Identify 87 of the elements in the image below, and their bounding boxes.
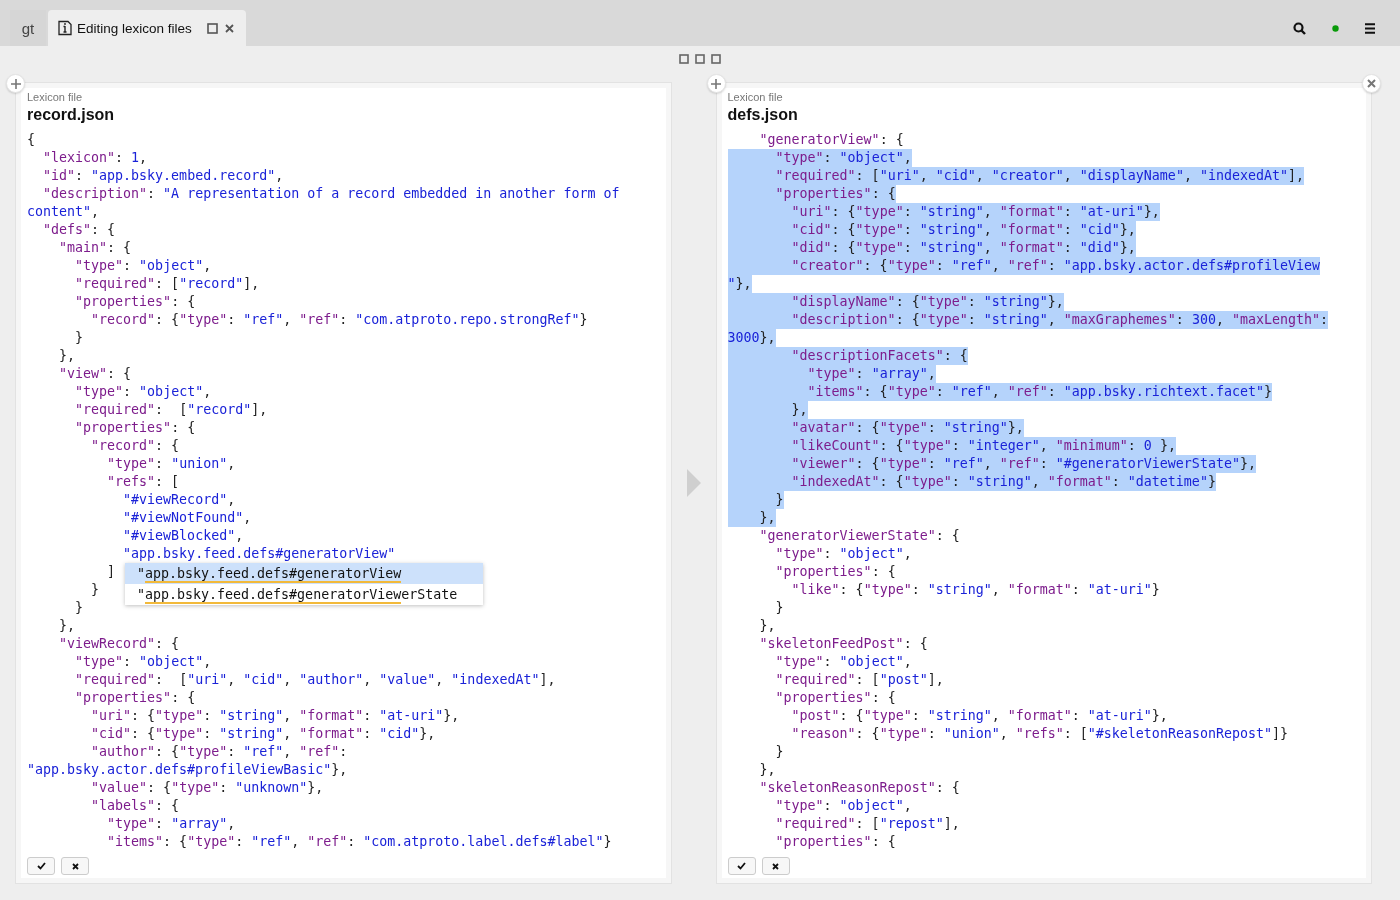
code-line: "type": "object", <box>74 257 212 275</box>
cancel-button[interactable] <box>761 857 790 875</box>
code-line: "viewRecord": { <box>58 635 180 653</box>
code-line: } <box>774 599 784 617</box>
code-line: } <box>74 599 84 617</box>
close-icon <box>772 862 779 870</box>
code-line: "type": "object", <box>774 545 912 563</box>
code-line: content", <box>27 203 100 221</box>
accept-button[interactable] <box>727 857 756 875</box>
code-line: "record": { <box>90 437 180 455</box>
code-line: "required": ["repost"], <box>774 815 960 833</box>
file-name: defs.json <box>727 105 799 125</box>
code-line: "properties": { <box>74 419 196 437</box>
code-line: "#viewBlocked", <box>122 527 244 545</box>
code-line: "reason": {"type": "union", "refs": ["#skeletonReasonRepost"]} <box>790 725 1288 743</box>
plus-icon <box>10 78 21 89</box>
code-line: "id": "app.bsky.embed.record", <box>42 167 284 185</box>
code-line: "properties": { <box>74 293 196 311</box>
code-line: "app.bsky.actor.defs#profileViewBasic"}, <box>27 761 348 779</box>
maximize-icon[interactable] <box>206 22 218 34</box>
code-line: "labels": { <box>90 797 180 815</box>
code-line: "defs": { <box>42 221 116 239</box>
search-icon[interactable] <box>1293 21 1306 35</box>
code-line: "value": {"type": "unknown"}, <box>90 779 324 797</box>
code-line: "like": {"type": "string", "format": "at-uri"} <box>790 581 1160 599</box>
close-icon <box>71 862 79 870</box>
code-line: ] <box>106 563 116 581</box>
code-line: "properties": { <box>74 689 196 707</box>
code-line: "generatorView": { <box>758 131 904 149</box>
code-line: "type": "object", <box>774 797 912 815</box>
code-line: "lexicon": 1, <box>42 149 148 167</box>
check-icon <box>36 862 46 870</box>
code-line: "record": {"type": "ref", "ref": "com.atproto.repo.strongRef"} <box>90 311 588 329</box>
completion-item[interactable]: "app.bsky.feed.defs#generatorViewerState <box>125 584 483 605</box>
code-line: "items": {"type": "ref", "ref": "com.atproto.label.defs#label"} <box>106 833 612 851</box>
editor-tab[interactable]: Editing lexicon files <box>48 10 246 46</box>
code-line: } <box>74 329 84 347</box>
menu-icon[interactable] <box>1365 22 1375 34</box>
code-line: "generatorViewerState": { <box>758 527 960 545</box>
code-line: "author": {"type": "ref", "ref": <box>90 743 348 761</box>
code-line: } <box>90 581 100 599</box>
code-line: "description": "A representation of a record embedded in another form of <box>42 185 620 203</box>
card-subtitle: Lexicon file <box>27 90 84 104</box>
code-line: "type": "union", <box>106 455 236 473</box>
code-line: "required": ["post"], <box>774 671 944 689</box>
code-line: "required": ["record"], <box>74 275 260 293</box>
add-button[interactable] <box>706 74 726 93</box>
code-line: "properties": { <box>774 833 896 851</box>
code-line: "cid": {"type": "string", "format": "cid"}, <box>90 725 436 743</box>
accept-button[interactable] <box>27 857 55 875</box>
code-line: "#viewNotFound", <box>122 509 252 527</box>
code-line: "refs": [ <box>106 473 180 491</box>
code-line: "type": "object", <box>74 383 212 401</box>
tab-label: Editing lexicon files <box>77 20 192 36</box>
code-line: }, <box>758 617 776 635</box>
code-line: "skeletonReasonRepost": { <box>758 779 960 797</box>
code-line: "required": ["uri", "cid", "author", "value", "indexedAt"], <box>74 671 556 689</box>
close-icon <box>1367 79 1376 88</box>
code-line: { <box>27 131 35 149</box>
code-line: }, <box>758 761 776 779</box>
check-icon <box>737 862 746 870</box>
code-line: "skeletonFeedPost": { <box>758 635 928 653</box>
status-dot-icon <box>1332 24 1339 32</box>
code-line: "view": { <box>58 365 132 383</box>
code-line: "properties": { <box>774 563 896 581</box>
document-icon <box>57 20 73 36</box>
completion-item[interactable]: "app.bsky.feed.defs#generatorView <box>125 563 483 584</box>
close-button[interactable] <box>1362 74 1381 93</box>
code-line: "main": { <box>58 239 132 257</box>
file-name: record.json <box>27 105 116 125</box>
add-button[interactable] <box>6 74 25 93</box>
code-line: }, <box>58 347 76 365</box>
code-line: "uri": {"type": "string", "format": "at-uri"}, <box>90 707 460 725</box>
code-line: "app.bsky.feed.defs#generatorView" <box>122 545 396 563</box>
code-line: "properties": { <box>774 689 896 707</box>
plus-icon <box>711 78 721 89</box>
code-line: } <box>774 743 784 761</box>
code-line: }, <box>58 617 76 635</box>
code-line: "#viewRecord", <box>122 491 236 509</box>
code-line: "type": "object", <box>774 653 912 671</box>
code-line: "required": ["record"], <box>74 401 268 419</box>
code-line: "type": "array", <box>106 815 236 833</box>
code-line: "post": {"type": "string", "format": "at-uri"}, <box>790 707 1168 725</box>
cancel-button[interactable] <box>61 857 89 875</box>
close-icon[interactable] <box>224 23 234 33</box>
code-line: "type": "object", <box>74 653 212 671</box>
card-subtitle: Lexicon file <box>727 90 784 104</box>
